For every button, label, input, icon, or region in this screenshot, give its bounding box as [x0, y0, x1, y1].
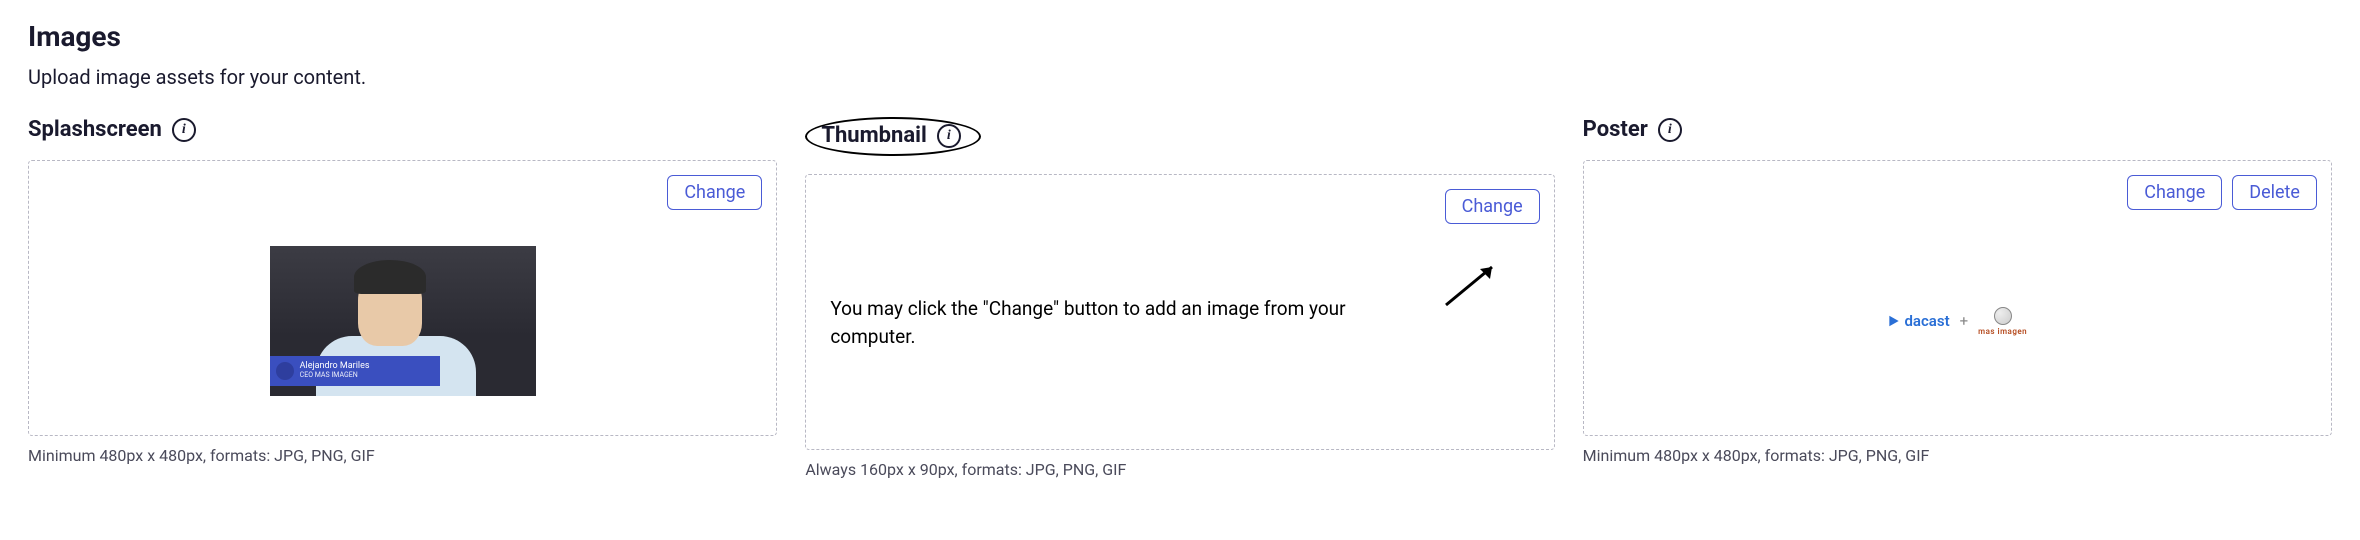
poster-label: Poster — [1583, 117, 1648, 142]
poster-card: Poster i Change Delete dacast + mas imag… — [1583, 117, 2332, 479]
preview-subtitle: CEO MAS IMAGEN — [300, 372, 370, 380]
poster-preview-image: dacast + mas imagen — [1862, 304, 2052, 338]
plus-icon: + — [1960, 312, 1969, 330]
thumbnail-helper-text: You may click the "Change" button to add… — [830, 295, 1380, 350]
image-cards-row: Splashscreen i Change Alejandro Mariles … — [28, 117, 2332, 479]
logo-dacast: dacast — [1887, 312, 1949, 330]
poster-dropzone[interactable]: Change Delete dacast + mas imagen — [1583, 160, 2332, 436]
thumbnail-label: Thumbnail — [821, 123, 926, 148]
delete-button[interactable]: Delete — [2232, 175, 2317, 210]
info-icon[interactable]: i — [937, 124, 961, 148]
section-description: Upload image assets for your content. — [28, 65, 2332, 89]
splashscreen-preview-image: Alejandro Mariles CEO MAS IMAGEN — [270, 246, 536, 396]
splashscreen-dropzone[interactable]: Change Alejandro Mariles CEO MAS IMAGEN — [28, 160, 777, 436]
poster-header: Poster i — [1583, 117, 2332, 142]
change-button[interactable]: Change — [667, 175, 762, 210]
logo-mas-imagen: mas imagen — [1978, 307, 2027, 336]
annotation-oval: Thumbnail i — [805, 117, 980, 156]
splashscreen-label: Splashscreen — [28, 117, 162, 142]
change-button[interactable]: Change — [1445, 189, 1540, 224]
thumbnail-header: Thumbnail i — [805, 117, 1554, 156]
poster-caption: Minimum 480px x 480px, formats: JPG, PNG… — [1583, 446, 2332, 465]
thumbnail-caption: Always 160px x 90px, formats: JPG, PNG, … — [805, 460, 1554, 479]
section-title: Images — [28, 20, 2332, 53]
info-icon[interactable]: i — [172, 118, 196, 142]
thumbnail-dropzone[interactable]: Change You may click the "Change" button… — [805, 174, 1554, 450]
thumbnail-card: Thumbnail i Change You may click the "Ch… — [805, 117, 1554, 479]
splashscreen-card: Splashscreen i Change Alejandro Mariles … — [28, 117, 777, 479]
splashscreen-caption: Minimum 480px x 480px, formats: JPG, PNG… — [28, 446, 777, 465]
info-icon[interactable]: i — [1658, 118, 1682, 142]
annotation-arrow-icon — [1440, 257, 1506, 311]
splashscreen-header: Splashscreen i — [28, 117, 777, 142]
change-button[interactable]: Change — [2127, 175, 2222, 210]
